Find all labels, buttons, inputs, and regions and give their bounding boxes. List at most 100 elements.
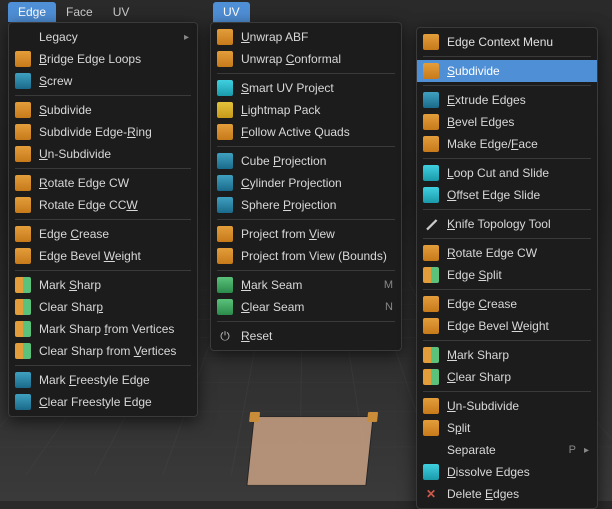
edge-item-mark-sharp-from-vertices[interactable]: Mark Sharp from Vertices xyxy=(9,318,197,340)
edge-item-edge-crease[interactable]: Edge Crease xyxy=(9,223,197,245)
ctx-item-edge-crease[interactable]: Edge Crease xyxy=(417,293,597,315)
grid-cube-icon xyxy=(217,124,233,140)
edge-item-bridge-edge-loops[interactable]: Bridge Edge Loops xyxy=(9,48,197,70)
uv-label-unwrap-conformal: Unwrap Conformal xyxy=(241,52,393,66)
ctx-item-clear-sharp[interactable]: Clear Sharp xyxy=(417,366,597,388)
ctx-label-loop-cut-and-slide: Loop Cut and Slide xyxy=(447,166,589,180)
cyan-cube-icon xyxy=(423,165,439,181)
ctx-item-mark-sharp[interactable]: Mark Sharp xyxy=(417,344,597,366)
edge-label-subdivide: Subdivide xyxy=(39,103,189,117)
blue-cube-icon xyxy=(15,394,31,410)
edge-item-edge-bevel-weight[interactable]: Edge Bevel Weight xyxy=(9,245,197,267)
uv-item-sphere-projection[interactable]: Sphere Projection xyxy=(211,194,401,216)
shortcut: N xyxy=(385,301,393,313)
edge-item-clear-sharp-from-vertices[interactable]: Clear Sharp from Vertices xyxy=(9,340,197,362)
uv-item-reset[interactable]: ⏻Reset xyxy=(211,325,401,347)
grid-cube-icon xyxy=(423,296,439,312)
edge-item-screw[interactable]: Screw xyxy=(9,70,197,92)
edge-item-un-subdivide[interactable]: Un-Subdivide xyxy=(9,143,197,165)
uv-label-reset: Reset xyxy=(241,329,393,343)
separator xyxy=(423,391,591,392)
edge-item-mark-freestyle-edge[interactable]: Mark Freestyle Edge xyxy=(9,369,197,391)
ctx-item-edge-split[interactable]: Edge Split xyxy=(417,264,597,286)
submenu-arrow-icon: ▸ xyxy=(184,32,189,43)
edge-item-clear-sharp[interactable]: Clear Sharp xyxy=(9,296,197,318)
uv-item-project-from-view-bounds[interactable]: Project from View (Bounds) xyxy=(211,245,401,267)
tab-uv[interactable]: UV xyxy=(213,2,250,22)
ctx-item-edge-bevel-weight[interactable]: Edge Bevel Weight xyxy=(417,315,597,337)
ctx-item-extrude-edges[interactable]: Extrude Edges xyxy=(417,89,597,111)
ctx-item-subdivide[interactable]: Subdivide xyxy=(417,60,597,82)
edge-item-clear-freestyle-edge[interactable]: Clear Freestyle Edge xyxy=(9,391,197,413)
separator xyxy=(15,365,191,366)
uv-label-lightmap-pack: Lightmap Pack xyxy=(241,103,393,117)
ctx-item-make-edge-face[interactable]: Make Edge/Face xyxy=(417,133,597,155)
tab-face[interactable]: Face xyxy=(56,2,103,22)
edge-item-legacy[interactable]: Legacy▸ xyxy=(9,26,197,48)
uv-item-lightmap-pack[interactable]: Lightmap Pack xyxy=(211,99,401,121)
shortcut: M xyxy=(384,279,393,291)
separator xyxy=(423,56,591,57)
edge-label-clear-sharp: Clear Sharp xyxy=(39,300,189,314)
ctx-title-label: Edge Context Menu xyxy=(447,35,589,49)
edge-label-clear-sharp-from-vertices: Clear Sharp from Vertices xyxy=(39,344,189,358)
tab-edge[interactable]: Edge xyxy=(8,2,56,22)
ctx-item-loop-cut-and-slide[interactable]: Loop Cut and Slide xyxy=(417,162,597,184)
cyan-cube-icon xyxy=(217,80,233,96)
uv-item-clear-seam[interactable]: Clear SeamN xyxy=(211,296,401,318)
edge-label-rotate-edge-ccw: Rotate Edge CCW xyxy=(39,198,189,212)
edge-item-subdivide-edge-ring[interactable]: Subdivide Edge-Ring xyxy=(9,121,197,143)
uv-label-mark-seam: Mark Seam xyxy=(241,278,360,292)
uv-item-project-from-view[interactable]: Project from View xyxy=(211,223,401,245)
ctx-item-knife-topology-tool[interactable]: Knife Topology Tool xyxy=(417,213,597,235)
edge-item-rotate-edge-cw[interactable]: Rotate Edge CW xyxy=(9,172,197,194)
uv-item-cube-projection[interactable]: Cube Projection xyxy=(211,150,401,172)
edge-label-un-subdivide: Un-Subdivide xyxy=(39,147,189,161)
ctx-item-rotate-edge-cw[interactable]: Rotate Edge CW xyxy=(417,242,597,264)
grid-cube-icon xyxy=(217,29,233,45)
uv-item-unwrap-abf[interactable]: Unwrap ABF xyxy=(211,26,401,48)
edge-item-rotate-edge-ccw[interactable]: Rotate Edge CCW xyxy=(9,194,197,216)
mix-cube-icon xyxy=(423,369,439,385)
grid-cube-icon xyxy=(423,318,439,334)
separator xyxy=(423,340,591,341)
cyan-cube-icon xyxy=(423,464,439,480)
separator xyxy=(217,219,395,220)
ctx-item-separate[interactable]: SeparateP▸ xyxy=(417,439,597,461)
uv-label-smart-uv-project: Smart UV Project xyxy=(241,81,393,95)
tab-uv[interactable]: UV xyxy=(103,2,140,22)
edge-item-subdivide[interactable]: Subdivide xyxy=(9,99,197,121)
edge-label-edge-bevel-weight: Edge Bevel Weight xyxy=(39,249,189,263)
grid-cube-icon xyxy=(217,226,233,242)
ctx-item-delete-edges[interactable]: ✕Delete Edges xyxy=(417,483,597,505)
delete-icon: ✕ xyxy=(423,486,439,502)
ctx-item-split[interactable]: Split xyxy=(417,417,597,439)
uv-item-mark-seam[interactable]: Mark Seam M xyxy=(211,274,401,296)
ctx-item-dissolve-edges[interactable]: Dissolve Edges xyxy=(417,461,597,483)
edge-item-mark-sharp[interactable]: Mark Sharp xyxy=(9,274,197,296)
viewport-cube-object[interactable] xyxy=(246,416,373,486)
blue-cube-icon xyxy=(217,175,233,191)
uv-label-sphere-projection: Sphere Projection xyxy=(241,198,393,212)
submenu-arrow-icon: ▸ xyxy=(584,445,589,456)
grid-cube-icon xyxy=(15,248,31,264)
grid-cube-icon xyxy=(423,420,439,436)
uv-item-cylinder-projection[interactable]: Cylinder Projection xyxy=(211,172,401,194)
grid-cube-icon xyxy=(15,226,31,242)
uv-item-unwrap-conformal[interactable]: Unwrap Conformal xyxy=(211,48,401,70)
ctx-item-un-subdivide[interactable]: Un-Subdivide xyxy=(417,395,597,417)
uv-item-smart-uv-project[interactable]: Smart UV Project xyxy=(211,77,401,99)
ctx-label-clear-sharp: Clear Sharp xyxy=(447,370,589,384)
ctx-label-extrude-edges: Extrude Edges xyxy=(447,93,589,107)
ctx-label-subdivide: Subdivide xyxy=(447,64,589,78)
separator xyxy=(423,85,591,86)
edge-label-mark-sharp: Mark Sharp xyxy=(39,278,189,292)
ctx-item-bevel-edges[interactable]: Bevel Edges xyxy=(417,111,597,133)
ctx-item-offset-edge-slide[interactable]: Offset Edge Slide xyxy=(417,184,597,206)
edge-label-rotate-edge-cw: Rotate Edge CW xyxy=(39,176,189,190)
grid-cube-icon xyxy=(15,51,31,67)
edge-label-mark-sharp-from-vertices: Mark Sharp from Vertices xyxy=(39,322,189,336)
separator xyxy=(15,95,191,96)
uv-item-follow-active-quads[interactable]: Follow Active Quads xyxy=(211,121,401,143)
edge-label-edge-crease: Edge Crease xyxy=(39,227,189,241)
